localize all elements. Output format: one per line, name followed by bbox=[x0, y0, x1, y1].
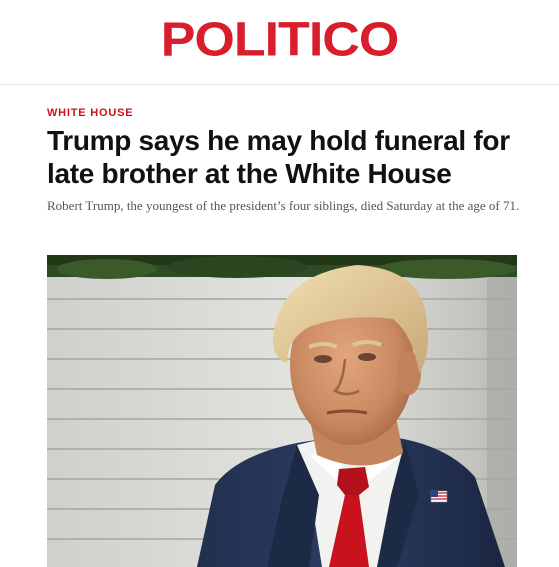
masthead: POLITICO bbox=[0, 0, 559, 85]
section-label[interactable]: WHITE HOUSE bbox=[47, 107, 133, 119]
flag-pin-icon bbox=[430, 490, 448, 503]
article-photo bbox=[47, 255, 517, 567]
politico-logo[interactable]: POLITICO bbox=[161, 12, 400, 67]
photo-illustration bbox=[47, 255, 517, 567]
article-headline: Trump says he may hold funeral for late … bbox=[47, 125, 510, 189]
article-dek: Robert Trump, the youngest of the presid… bbox=[47, 198, 520, 213]
